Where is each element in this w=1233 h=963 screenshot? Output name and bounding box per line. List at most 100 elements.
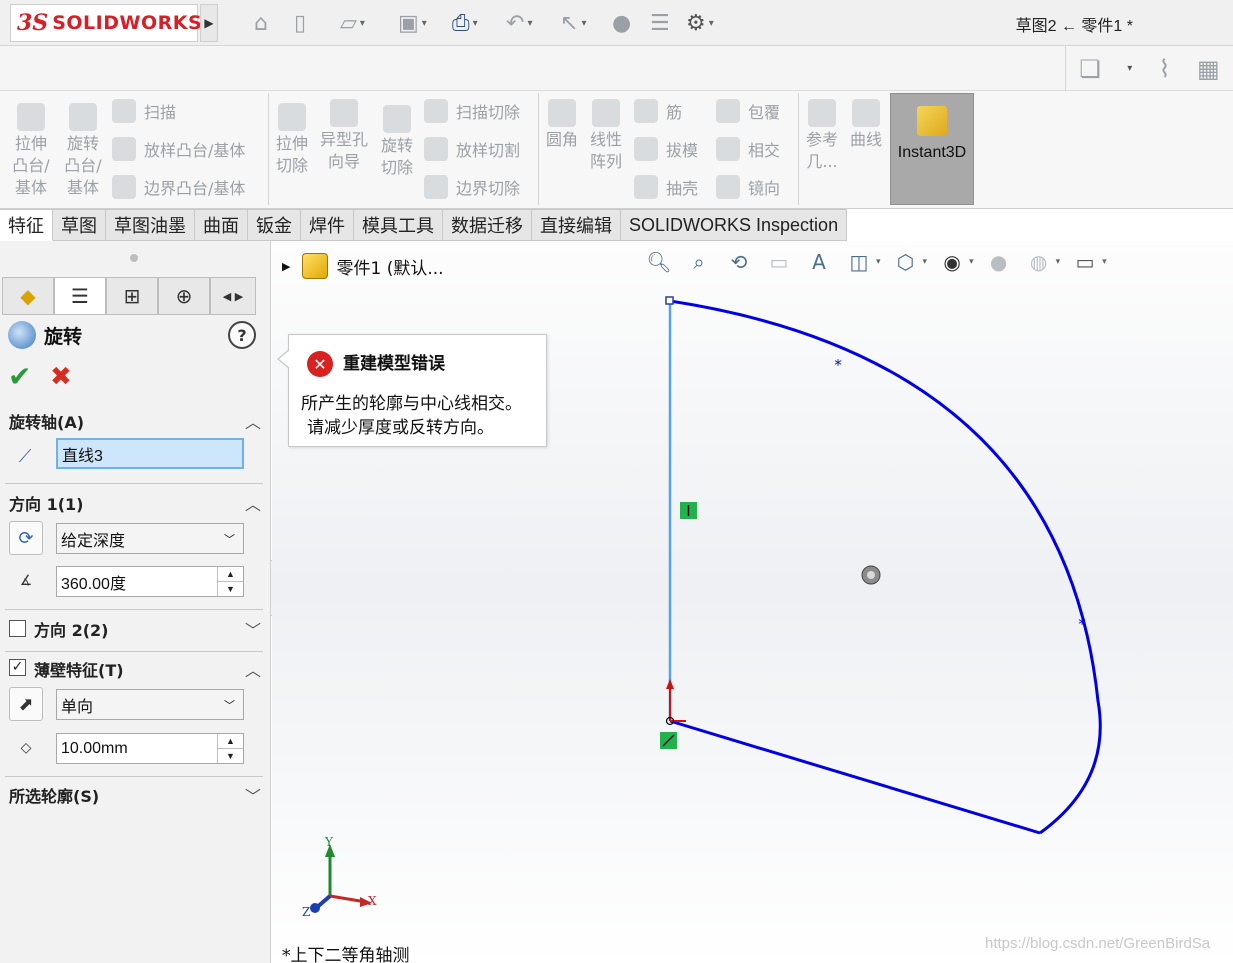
end-condition-select[interactable]: 给定深度 ﹀	[56, 523, 244, 554]
thin-feature-section-header[interactable]: 薄壁特征(T) ︿	[34, 656, 261, 682]
thickness-input[interactable]: 10.00mm ▲ ▼	[56, 733, 244, 764]
arc-point-marker[interactable]: *	[834, 356, 842, 374]
chevron-down-icon[interactable]: ﹀	[245, 783, 261, 807]
layers-icon[interactable]: ❏	[1079, 55, 1101, 83]
direction1-section-header[interactable]: 方向 1(1) ︿	[9, 490, 261, 516]
thin-feature-checkbox[interactable]: ✓	[9, 659, 26, 676]
sweep-icon	[112, 99, 136, 123]
tab-surfaces[interactable]: 曲面	[195, 209, 248, 241]
save-icon[interactable]: ▣ ▾	[398, 8, 427, 38]
tab-weldments[interactable]: 焊件	[301, 209, 354, 241]
revolve-cut-button[interactable]: 旋转 切除	[377, 105, 417, 179]
sketch-canvas[interactable]: * *	[272, 241, 1233, 963]
ok-check-icon[interactable]: ✔	[8, 363, 31, 391]
revolve-boss-button[interactable]: 旋转 凸台/ 基体	[60, 103, 106, 199]
sketch-arc[interactable]	[669, 299, 1102, 835]
arc-point-marker[interactable]: *	[1078, 615, 1086, 633]
chevron-up-icon[interactable]: ︿	[245, 409, 261, 433]
direction2-checkbox[interactable]	[9, 620, 26, 637]
curves-button[interactable]: 曲线	[846, 99, 886, 151]
axis-section-header[interactable]: 旋转轴(A) ︿	[9, 408, 261, 434]
instant3d-icon	[917, 106, 947, 136]
help-icon[interactable]: ?	[228, 321, 256, 349]
boundary-cut-button[interactable]: 边界切除	[424, 175, 520, 199]
wrap-button[interactable]: 包覆	[716, 99, 780, 123]
select-cursor-icon[interactable]: ↖ ▾	[560, 8, 586, 38]
menu-expand-arrow[interactable]: ▶	[200, 4, 218, 42]
graphics-area[interactable]: ▶ 零件1 (默认... 🔍︎ ⌕ ⟲ ▭ A ◫ ▾ ⬡ ▾ ◉ ▾ ● ◍ ▾ ▭ ▾…	[272, 241, 1233, 963]
paperclip-icon[interactable]: ⌇	[1159, 55, 1171, 83]
angle-input[interactable]: 360.00度 ▲ ▼	[56, 566, 244, 597]
mirror-button[interactable]: 镜向	[716, 175, 780, 199]
cancel-x-icon[interactable]: ✖	[50, 363, 72, 391]
feature-manager-tab-icon[interactable]: ◆	[2, 277, 54, 315]
thin-type-select[interactable]: 单向 ﹀	[56, 689, 244, 720]
panel-handle[interactable]	[130, 254, 138, 262]
configuration-manager-tab-icon[interactable]: ⊞	[106, 277, 158, 315]
tab-sheet-metal[interactable]: 钣金	[248, 209, 301, 241]
sketch-endpoint[interactable]	[665, 296, 674, 305]
spin-down-icon[interactable]: ▼	[218, 749, 243, 763]
open-folder-icon[interactable]: ▱ ▾	[340, 8, 365, 38]
direction2-section-header[interactable]: 方向 2(2) ﹀	[34, 616, 261, 642]
thin-direction-icon[interactable]: ⬈	[9, 687, 43, 721]
tab-data-migration[interactable]: 数据迁移	[443, 209, 532, 241]
tab-sketch[interactable]: 草图	[53, 209, 106, 241]
home-icon[interactable]: ⌂	[254, 8, 268, 38]
tab-sketch-ink[interactable]: 草图油墨	[106, 209, 195, 241]
new-document-icon[interactable]: ▯	[294, 8, 306, 38]
angle-spinner[interactable]: ▲ ▼	[217, 567, 243, 596]
shell-button[interactable]: 抽壳	[634, 175, 698, 199]
dimxpert-manager-tab-icon[interactable]: ⊕	[158, 277, 210, 315]
extrude-cut-button[interactable]: 拉伸 切除	[272, 103, 312, 177]
options-gear-icon[interactable]: ⚙ ▾	[686, 8, 714, 38]
extrude-boss-button[interactable]: 拉伸 凸台/ 基体	[8, 103, 54, 199]
section-divider	[5, 609, 263, 610]
extrude-cut-label: 拉伸 切除	[275, 134, 308, 175]
property-manager-tab-icon[interactable]: ☰	[54, 277, 106, 315]
grid-icon[interactable]: ▦	[1197, 55, 1220, 83]
end-condition-value: 给定深度	[61, 530, 126, 550]
section-divider	[5, 651, 263, 652]
spin-up-icon[interactable]: ▲	[218, 567, 243, 582]
spin-down-icon[interactable]: ▼	[218, 582, 243, 596]
fillet-button[interactable]: 圆角	[542, 99, 582, 151]
chevron-up-icon[interactable]: ︿	[245, 491, 261, 515]
axis-of-revolution-field[interactable]: 直线3	[56, 438, 244, 469]
tab-features[interactable]: 特征	[0, 209, 53, 241]
solidworks-logo[interactable]: 3S SOLIDWORKS	[10, 4, 202, 42]
draft-button[interactable]: 拔模	[634, 137, 698, 161]
print-icon[interactable]: ⎙ ▾	[452, 8, 478, 38]
thickness-spinner[interactable]: ▲ ▼	[217, 734, 243, 763]
manager-tabs-scroll-arrows[interactable]: ◀ ▶	[210, 277, 256, 315]
intersect-button[interactable]: 相交	[716, 137, 780, 161]
sweep-button[interactable]: 扫描	[112, 99, 176, 123]
spin-up-icon[interactable]: ▲	[218, 734, 243, 749]
linear-pattern-button[interactable]: 线性 阵列	[586, 99, 626, 173]
lofted-cut-button[interactable]: 放样切割	[424, 137, 520, 161]
hole-wizard-icon	[330, 99, 358, 127]
hole-wizard-button[interactable]: 异型孔 向导	[316, 99, 372, 173]
selected-contours-section-header[interactable]: 所选轮廓(S) ﹀	[9, 782, 261, 808]
chevron-up-icon[interactable]: ︿	[245, 657, 261, 681]
reference-geometry-button[interactable]: 参考 几...	[802, 99, 842, 173]
tab-mold-tools[interactable]: 模具工具	[354, 209, 443, 241]
chevron-down-icon[interactable]: ﹀	[245, 617, 261, 641]
undo-icon[interactable]: ↶ ▾	[506, 8, 532, 38]
rib-button[interactable]: 筋	[634, 99, 682, 123]
swept-cut-button[interactable]: 扫描切除	[424, 99, 520, 123]
file-properties-icon[interactable]: ☰	[650, 8, 670, 38]
shell-icon	[634, 175, 658, 199]
tab-direct-editing[interactable]: 直接编辑	[532, 209, 621, 241]
reverse-direction-icon[interactable]: ⟳	[9, 521, 43, 555]
extrude-boss-icon	[17, 103, 45, 131]
tab-solidworks-inspection[interactable]: SOLIDWORKS Inspection	[621, 209, 848, 241]
loft-button[interactable]: 放样凸台/基体	[112, 137, 245, 161]
secondary-toolbar: ❏ ▾ ⌇ ▦	[0, 46, 1233, 91]
sketch-line[interactable]	[669, 719, 1041, 835]
boundary-boss-button[interactable]: 边界凸台/基体	[112, 175, 245, 199]
rebuild-icon[interactable]: ●	[612, 8, 631, 38]
triad-y-label: Y	[325, 835, 333, 849]
instant3d-button[interactable]: Instant3D	[890, 93, 974, 205]
chevron-down-icon[interactable]: ▾	[1127, 63, 1132, 74]
